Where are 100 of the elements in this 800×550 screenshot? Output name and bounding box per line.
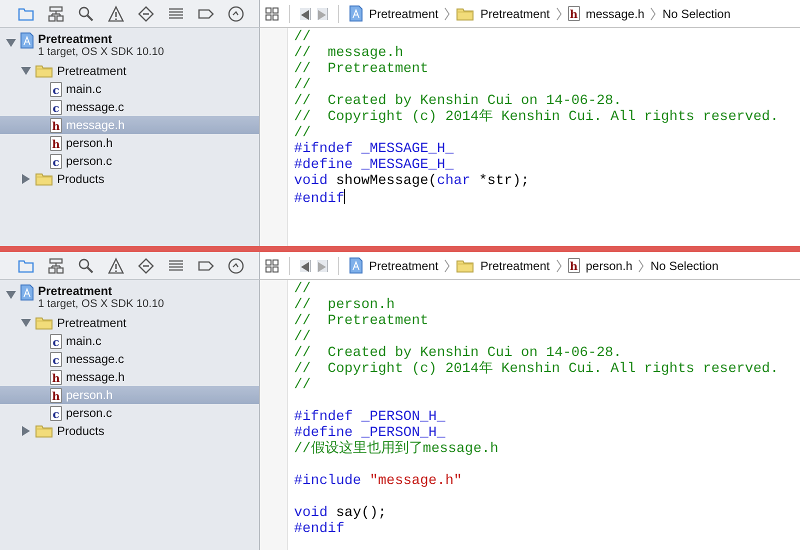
code-line: // — [294, 125, 312, 141]
navigator-item[interactable]: h person.h — [0, 386, 259, 404]
diamond-icon[interactable] — [137, 256, 155, 274]
project-icon — [20, 284, 34, 301]
project-icon — [349, 5, 363, 22]
navigator-item[interactable]: Products — [0, 170, 259, 188]
code-line: // — [294, 377, 312, 393]
code-line: void showMessage(char *str); — [294, 173, 530, 189]
navigator-item[interactable]: Products — [0, 422, 259, 440]
folder-icon — [456, 6, 474, 20]
navigator-item[interactable]: c message.c — [0, 350, 259, 368]
code-line: // person.h — [294, 297, 396, 313]
breadcrumb-item[interactable]: Pretreatment — [369, 258, 438, 272]
code-line: // Created by Kenshin Cui on 14-06-28. — [294, 345, 623, 361]
navigator-item[interactable]: c person.c — [0, 404, 259, 422]
chevron-icon — [444, 258, 450, 272]
chevron-icon — [650, 6, 656, 20]
navigator-item[interactable]: h message.h — [0, 116, 259, 134]
breadcrumb-item[interactable]: Pretreatment — [369, 6, 438, 20]
folder-icon — [35, 64, 53, 78]
code-line: #endif — [294, 189, 346, 205]
back-arrow-icon[interactable] — [300, 8, 311, 20]
code-line: void say(); — [294, 505, 388, 521]
code-line: // Copyright (c) 2014年 Kenshin Cui. All rights reserved. — [294, 361, 778, 377]
header-file-icon: h — [50, 388, 62, 402]
folder-icon — [35, 172, 53, 186]
code-line: // Created by Kenshin Cui on 14-06-28. — [294, 93, 623, 109]
project-item[interactable]: Pretreatment 1 target, OS X SDK 10.10 — [0, 282, 259, 314]
header-file-icon: h — [50, 136, 62, 150]
source-file-icon: c — [50, 82, 62, 96]
breadcrumb-item[interactable]: No Selection — [662, 6, 730, 20]
hierarchy-icon[interactable] — [47, 256, 65, 274]
header-file-icon: h — [568, 258, 580, 273]
project-icon — [349, 257, 363, 274]
source-file-icon: c — [50, 100, 62, 114]
back-arrow-icon[interactable] — [300, 260, 311, 272]
breadcrumb-item[interactable]: message.h — [586, 6, 644, 20]
chevron-icon — [556, 6, 562, 20]
code-line: #include "message.h" — [294, 473, 464, 489]
collapsed-triangle-icon[interactable] — [21, 426, 31, 436]
warning-icon[interactable] — [107, 256, 125, 274]
code-line: // message.h — [294, 45, 404, 61]
expanded-triangle-icon[interactable] — [21, 318, 31, 328]
source-file-icon: c — [50, 406, 62, 420]
project-name: Pretreatment — [38, 284, 114, 298]
code-line: // — [294, 29, 312, 45]
code-line: // Pretreatment — [294, 61, 430, 77]
project-icon — [20, 32, 34, 49]
source-file-icon: c — [50, 334, 62, 348]
project-subtitle: 1 target, OS X SDK 10.10 — [38, 298, 164, 310]
navigator-item[interactable]: Pretreatment — [0, 62, 259, 80]
code-line: #ifndef _MESSAGE_H_ — [294, 141, 455, 157]
project-name: Pretreatment — [38, 32, 114, 46]
code-line: #define _PERSON_H_ — [294, 425, 446, 441]
hierarchy-icon[interactable] — [47, 4, 65, 22]
project-item[interactable]: Pretreatment 1 target, OS X SDK 10.10 — [0, 30, 259, 62]
grid-icon[interactable] — [265, 258, 279, 272]
expanded-triangle-icon[interactable] — [6, 38, 16, 48]
navigator-item[interactable]: c main.c — [0, 80, 259, 98]
code-line: // Copyright (c) 2014年 Kenshin Cui. All rights reserved. — [294, 109, 778, 125]
folder-icon — [456, 258, 474, 272]
breadcrumb-item[interactable]: Pretreatment — [480, 6, 550, 20]
source-file-icon: c — [50, 352, 62, 366]
chevron-icon — [444, 6, 450, 20]
navigator-item[interactable]: c main.c — [0, 332, 259, 350]
navigator-item[interactable]: Pretreatment — [0, 314, 259, 332]
search-icon[interactable] — [77, 256, 95, 274]
code-line: // — [294, 329, 312, 345]
search-icon[interactable] — [77, 4, 95, 22]
grid-icon[interactable] — [265, 6, 279, 20]
code-line: //假设这里也用到了message.h — [294, 441, 500, 457]
navigator-item[interactable]: h person.h — [0, 134, 259, 152]
folder-icon — [35, 316, 53, 330]
diamond-icon[interactable] — [137, 4, 155, 22]
code-line: #ifndef _PERSON_H_ — [294, 409, 446, 425]
expanded-triangle-icon[interactable] — [21, 66, 31, 76]
header-file-icon: h — [50, 118, 62, 132]
code-line: // — [294, 281, 312, 297]
header-file-icon: h — [568, 6, 580, 21]
code-line: #endif — [294, 521, 346, 537]
code-line: // Pretreatment — [294, 313, 430, 329]
code-line: #define _MESSAGE_H_ — [294, 157, 455, 173]
navigator-item[interactable]: c person.c — [0, 152, 259, 170]
breadcrumb-item[interactable]: person.h — [586, 258, 632, 272]
breadcrumb-item[interactable]: Pretreatment — [480, 258, 550, 272]
project-subtitle: 1 target, OS X SDK 10.10 — [38, 46, 164, 58]
collapsed-triangle-icon[interactable] — [21, 174, 31, 184]
clock-icon[interactable] — [227, 256, 245, 274]
warning-icon[interactable] — [107, 4, 125, 22]
code-line: // — [294, 77, 312, 93]
folder-icon — [35, 424, 53, 438]
chevron-icon — [638, 258, 644, 272]
breadcrumb-item[interactable]: No Selection — [650, 258, 718, 272]
expanded-triangle-icon[interactable] — [6, 290, 16, 300]
clock-icon[interactable] — [227, 4, 245, 22]
header-file-icon: h — [50, 370, 62, 384]
chevron-icon — [556, 258, 562, 272]
source-file-icon: c — [50, 154, 62, 168]
navigator-item[interactable]: h message.h — [0, 368, 259, 386]
navigator-item[interactable]: c message.c — [0, 98, 259, 116]
